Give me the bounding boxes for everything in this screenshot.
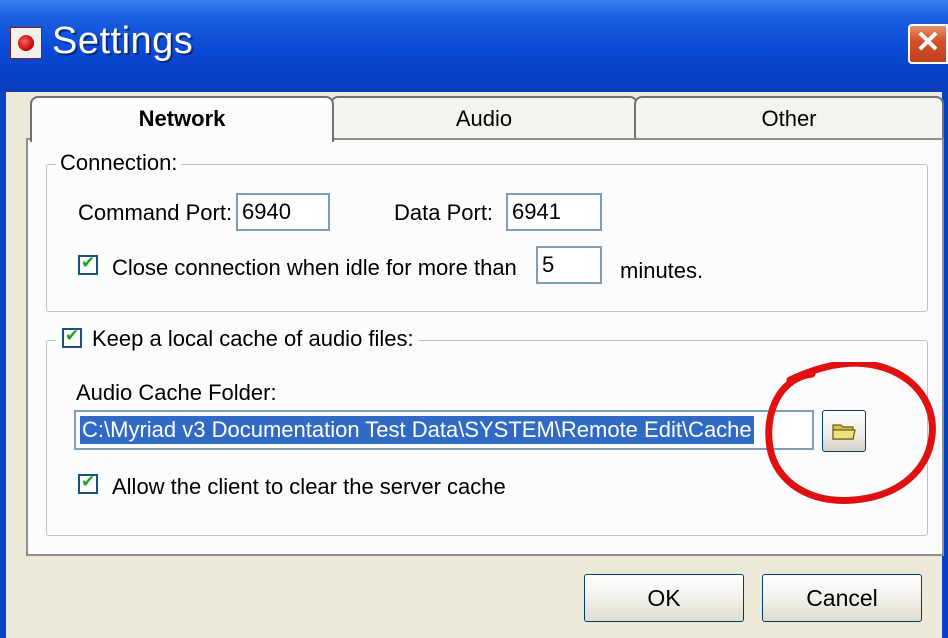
allow-clear-checkbox[interactable] [78,472,98,494]
cancel-button[interactable]: Cancel [762,574,922,622]
cache-folder-value: C:\Myriad v3 Documentation Test Data\SYS… [80,416,754,444]
cache-checkbox[interactable] [62,326,82,348]
idle-minutes-input[interactable]: 5 [536,246,602,284]
command-port-label: Command Port: [78,200,233,225]
close-icon: ✕ [915,26,941,59]
title-bar: Settings ✕ [0,0,948,92]
window-border-left [0,92,6,638]
folder-label: Audio Cache Folder: [76,380,277,405]
tab-other[interactable]: Other [634,96,944,140]
close-button[interactable]: ✕ [908,24,948,64]
data-port-input[interactable]: 6941 [506,193,602,231]
browse-folder-button[interactable] [822,410,866,452]
idle-checkbox[interactable] [78,253,98,275]
cache-legend-label: Keep a local cache of audio files: [92,326,414,351]
app-icon [10,27,42,59]
window-title: Settings [52,20,194,62]
cache-folder-input[interactable]: C:\Myriad v3 Documentation Test Data\SYS… [74,410,814,450]
tab-audio[interactable]: Audio [330,96,638,140]
connection-legend: Connection: [56,150,182,176]
tab-network[interactable]: Network [30,96,334,142]
connection-group [46,164,928,312]
data-port-label: Data Port: [394,200,494,225]
folder-icon [832,424,856,440]
cache-legend: Keep a local cache of audio files: [56,326,418,352]
ok-button[interactable]: OK [584,574,744,622]
idle-unit-label: minutes. [620,258,704,283]
command-port-input[interactable]: 6940 [236,193,330,231]
idle-label: Close connection when idle for more than [112,255,517,280]
allow-clear-label: Allow the client to clear the server cac… [112,474,506,499]
